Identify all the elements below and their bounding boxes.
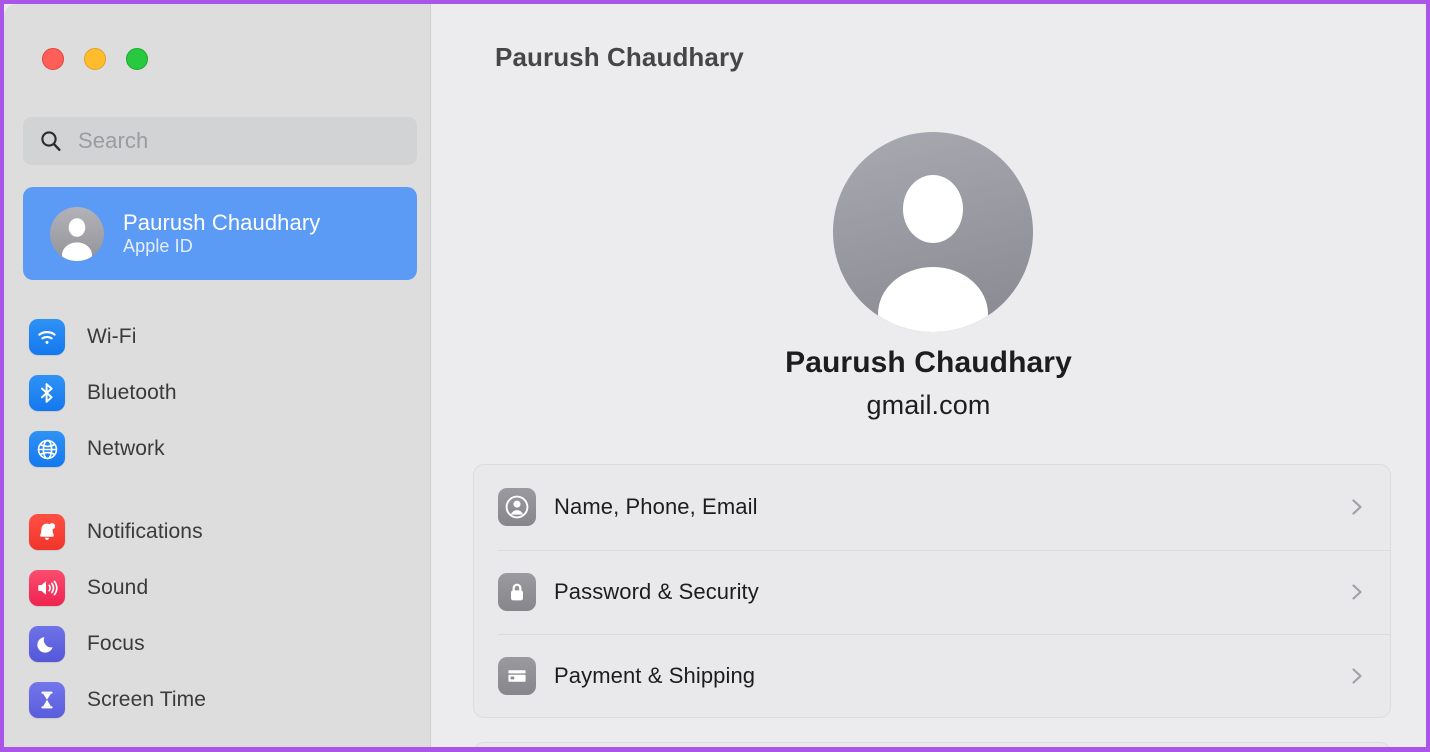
sidebar-item-label: Bluetooth bbox=[87, 381, 177, 404]
sidebar-item-label: Wi-Fi bbox=[87, 325, 137, 348]
sidebar-item-label: Focus bbox=[87, 632, 145, 655]
person-circle-avatar bbox=[50, 206, 104, 261]
sidebar: Search Paurush Chaudhary Apple ID Wi-Fi … bbox=[4, 4, 431, 747]
settings-card: Name, Phone, Email Password & Security P… bbox=[473, 464, 1391, 718]
settings-row-password-security[interactable]: Password & Security bbox=[474, 549, 1390, 635]
profile-name: Paurush Chaudhary bbox=[785, 346, 1072, 379]
globe-icon bbox=[29, 431, 65, 467]
sidebar-item-label: Sound bbox=[87, 576, 149, 599]
search-icon bbox=[39, 129, 63, 153]
close-button[interactable] bbox=[42, 48, 64, 70]
sidebar-item-screen-time[interactable]: Screen Time bbox=[29, 672, 419, 728]
apple-id-text: Paurush Chaudhary Apple ID bbox=[123, 210, 320, 257]
person-circle-icon bbox=[498, 488, 536, 527]
sidebar-group-network: Wi-Fi Bluetooth Network bbox=[29, 309, 419, 477]
bell-icon bbox=[29, 514, 65, 550]
settings-row-payment-shipping[interactable]: Payment & Shipping bbox=[474, 634, 1390, 717]
settings-card-next bbox=[473, 742, 1391, 747]
main-panel: Paurush Chaudhary Paurush Chaudhary gmai… bbox=[431, 4, 1426, 747]
sidebar-item-wi-fi[interactable]: Wi-Fi bbox=[29, 309, 419, 365]
sidebar-item-label: Network bbox=[87, 437, 165, 460]
hourglass-icon bbox=[29, 682, 65, 718]
settings-row-label: Name, Phone, Email bbox=[554, 494, 758, 520]
apple-id-name: Paurush Chaudhary bbox=[123, 209, 321, 235]
sidebar-item-label: Screen Time bbox=[87, 688, 206, 711]
sidebar-item-notifications[interactable]: Notifications bbox=[29, 504, 419, 560]
sidebar-item-focus[interactable]: Focus bbox=[29, 616, 419, 672]
chevron-right-icon bbox=[1346, 663, 1368, 689]
page-title: Paurush Chaudhary bbox=[495, 42, 744, 72]
sidebar-item-sound[interactable]: Sound bbox=[29, 560, 419, 616]
screenshot-frame: Search Paurush Chaudhary Apple ID Wi-Fi … bbox=[0, 0, 1430, 752]
lock-icon bbox=[498, 572, 536, 611]
settings-row-label: Payment & Shipping bbox=[554, 663, 756, 689]
profile-email: gmail.com bbox=[431, 390, 1426, 421]
profile-email-suffix: gmail.com bbox=[866, 390, 991, 420]
minimize-button[interactable] bbox=[84, 48, 106, 70]
profile-avatar[interactable] bbox=[833, 132, 1033, 332]
apple-id-subtitle: Apple ID bbox=[123, 235, 193, 256]
sidebar-item-bluetooth[interactable]: Bluetooth bbox=[29, 365, 419, 421]
sidebar-item-network[interactable]: Network bbox=[29, 421, 419, 477]
maximize-button[interactable] bbox=[126, 48, 148, 70]
bluetooth-icon bbox=[29, 375, 65, 411]
settings-row-label: Password & Security bbox=[554, 578, 759, 604]
speaker-icon bbox=[29, 570, 65, 606]
sidebar-item-apple-id[interactable]: Paurush Chaudhary Apple ID bbox=[23, 187, 417, 280]
chevron-right-icon bbox=[1346, 494, 1368, 520]
chevron-right-icon bbox=[1346, 579, 1368, 605]
sidebar-group-system: Notifications Sound Focus Screen Time bbox=[29, 504, 419, 728]
settings-row-name-phone-email[interactable]: Name, Phone, Email bbox=[474, 465, 1390, 550]
sidebar-item-label: Notifications bbox=[87, 520, 203, 543]
search-field[interactable]: Search bbox=[23, 117, 417, 165]
search-placeholder: Search bbox=[78, 128, 149, 153]
window-controls bbox=[42, 48, 148, 70]
system-settings-window: Search Paurush Chaudhary Apple ID Wi-Fi … bbox=[4, 4, 1426, 747]
wifi-icon bbox=[29, 319, 65, 355]
credit-card-icon bbox=[498, 657, 536, 696]
moon-icon bbox=[29, 626, 65, 662]
